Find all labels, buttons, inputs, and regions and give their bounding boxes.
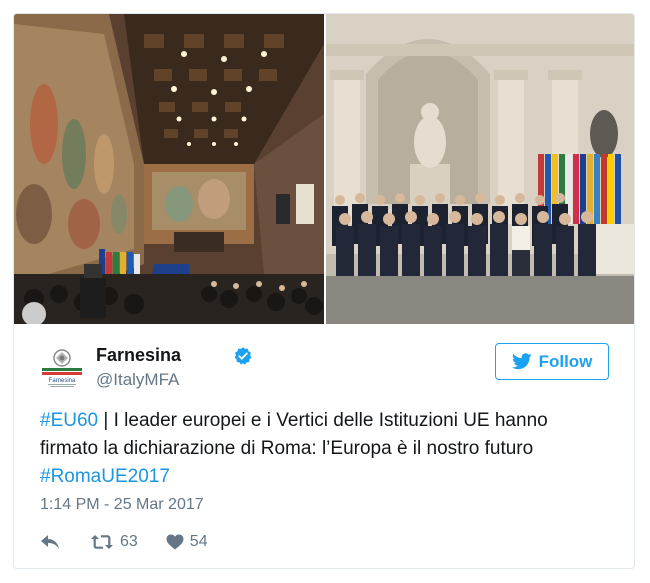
tweet-separator: | [98,410,114,431]
tweet-text: #EU60 | I leader europei e i Vertici del… [40,407,600,491]
tweet-media[interactable] [14,14,634,324]
follow-label: Follow [538,351,593,371]
verified-badge-icon [234,347,252,365]
farnesina-emblem-icon: Farnesina [40,345,84,389]
tweet-actions: 63 54 [40,530,208,554]
hashtag-eu60[interactable]: #EU60 [40,410,98,431]
retweet-count: 63 [120,533,138,550]
tweet-timestamp[interactable]: 1:14 PM - 25 Mar 2017 [40,496,204,514]
photo-group-leaders[interactable] [326,14,634,324]
author-handle[interactable]: @ItalyMFA [96,370,179,390]
svg-text:Farnesina: Farnesina [49,378,76,384]
reply-icon [41,535,59,549]
twitter-bird-icon [511,353,532,370]
like-button[interactable]: 54 [166,533,208,551]
author-name[interactable]: Farnesina [96,345,181,366]
follow-button[interactable]: Follow [495,343,609,380]
tweet-body: I leader europei e i Vertici delle Istit… [40,410,548,459]
like-count: 54 [189,533,208,550]
tweet-card: Farnesina Farnesina @ItalyMFA Follow #EU… [13,13,635,569]
avatar[interactable]: Farnesina [40,345,84,389]
heart-icon [166,534,184,550]
retweet-button[interactable]: 63 [90,533,138,551]
hashtag-romaue2017[interactable]: #RomaUE2017 [40,466,170,487]
photo-fresco-hall[interactable] [14,14,324,324]
retweet-icon [91,535,113,549]
reply-button[interactable] [40,534,60,550]
